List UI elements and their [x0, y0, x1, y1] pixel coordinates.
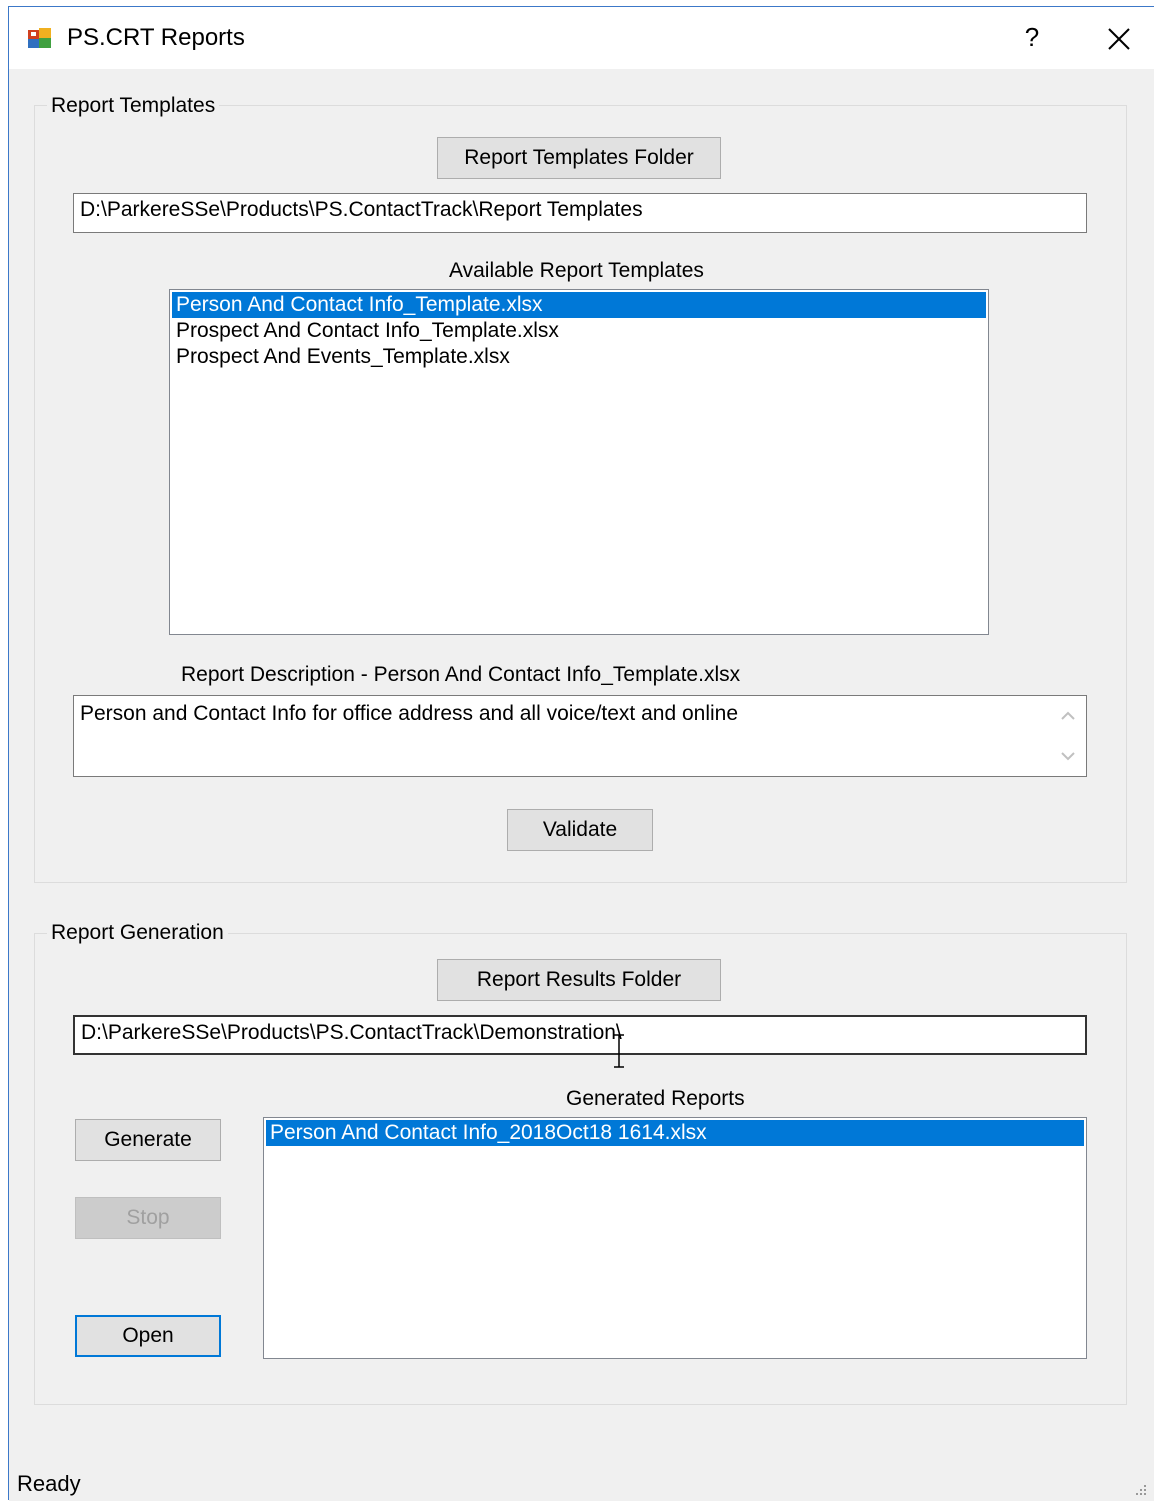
- templates-folder-path-field[interactable]: D:\ParkereSSe\Products\PS.ContactTrack\R…: [73, 193, 1087, 233]
- text-cursor-icon: [614, 1034, 624, 1068]
- app-icon: [28, 28, 51, 48]
- open-button[interactable]: Open: [75, 1315, 221, 1357]
- generated-reports-list[interactable]: Person And Contact Info_2018Oct18 1614.x…: [263, 1117, 1087, 1359]
- report-templates-folder-button[interactable]: Report Templates Folder: [437, 137, 721, 179]
- template-item-person-contact[interactable]: Person And Contact Info_Template.xlsx: [172, 292, 986, 318]
- report-results-folder-button[interactable]: Report Results Folder: [437, 959, 721, 1001]
- resize-grip-icon[interactable]: [1132, 1481, 1148, 1497]
- scroll-up-icon[interactable]: [1056, 704, 1080, 728]
- stop-button[interactable]: Stop: [75, 1197, 221, 1239]
- template-item-prospect-events[interactable]: Prospect And Events_Template.xlsx: [172, 344, 986, 370]
- report-description-box[interactable]: Person and Contact Info for office addre…: [73, 695, 1087, 777]
- status-bar: Ready: [9, 1465, 1154, 1501]
- report-templates-group-title: Report Templates: [47, 93, 220, 119]
- report-description-text: Person and Contact Info for office addre…: [80, 702, 739, 725]
- report-description-label: Report Description - Person And Contact …: [181, 663, 741, 686]
- status-text: Ready: [17, 1471, 81, 1496]
- title-bar: PS.CRT Reports ?: [9, 7, 1154, 69]
- report-generation-group-title: Report Generation: [47, 920, 228, 946]
- close-icon[interactable]: [1099, 19, 1139, 59]
- generated-reports-label: Generated Reports: [566, 1087, 745, 1110]
- validate-button[interactable]: Validate: [507, 809, 653, 851]
- available-templates-list[interactable]: Person And Contact Info_Template.xlsx Pr…: [169, 289, 989, 635]
- scroll-down-icon[interactable]: [1056, 744, 1080, 768]
- generated-report-item[interactable]: Person And Contact Info_2018Oct18 1614.x…: [266, 1120, 1084, 1146]
- window-title: PS.CRT Reports: [67, 24, 245, 51]
- main-window: PS.CRT Reports ? Report Templates Report…: [8, 6, 1154, 1501]
- template-item-prospect-contact[interactable]: Prospect And Contact Info_Template.xlsx: [172, 318, 986, 344]
- generate-button[interactable]: Generate: [75, 1119, 221, 1161]
- help-button[interactable]: ?: [1014, 19, 1050, 55]
- available-templates-label: Available Report Templates: [449, 259, 704, 282]
- results-folder-path-field[interactable]: D:\ParkereSSe\Products\PS.ContactTrack\D…: [73, 1015, 1087, 1055]
